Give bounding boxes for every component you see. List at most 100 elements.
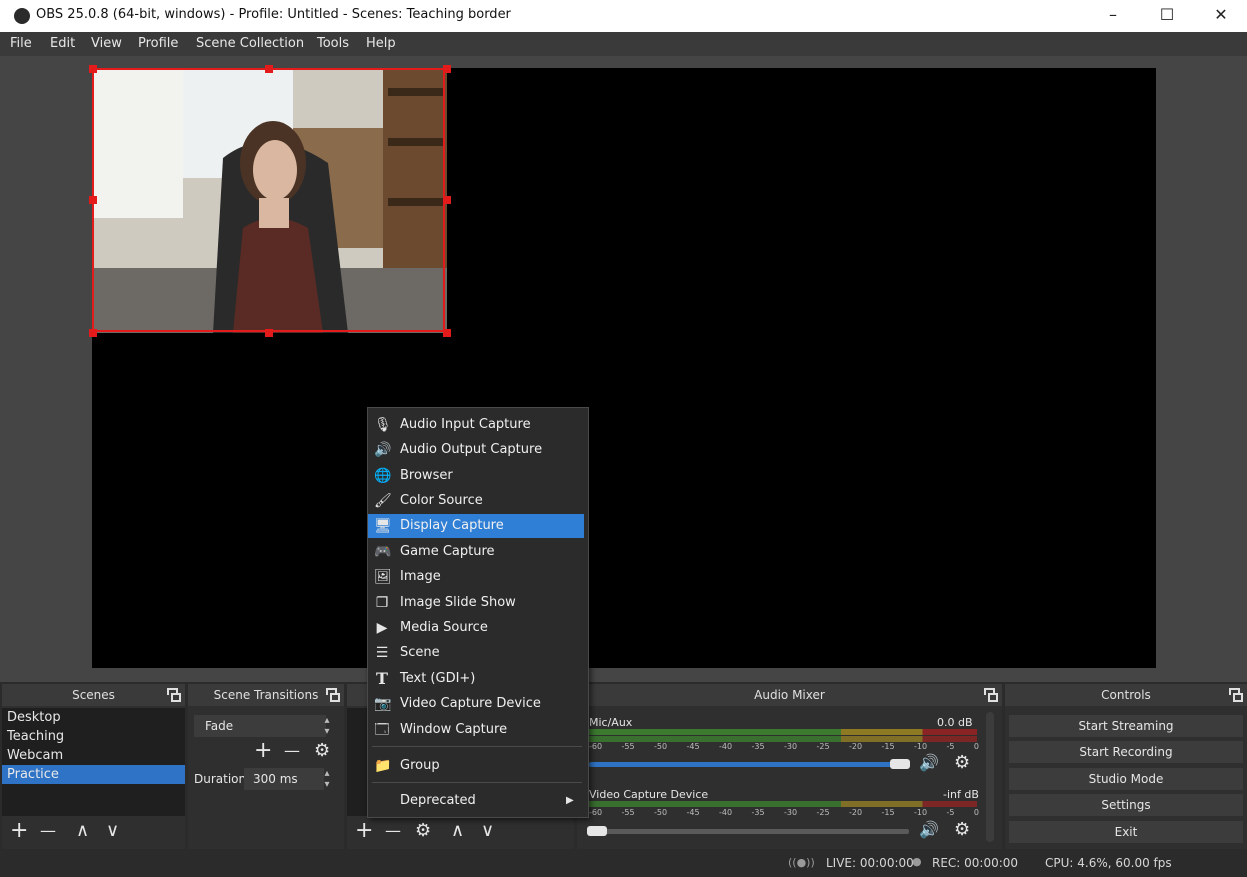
- transitions-header: Scene Transitions: [188, 684, 344, 706]
- remove-scene-button[interactable]: —: [40, 820, 56, 842]
- exit-button[interactable]: Exit: [1009, 821, 1243, 843]
- resize-handle[interactable]: [443, 329, 451, 337]
- broadcast-icon: ((●)): [788, 856, 815, 869]
- resize-handle[interactable]: [89, 329, 97, 337]
- menu-item-browser[interactable]: 🌐 Browser: [368, 464, 584, 488]
- add-scene-button[interactable]: +: [10, 820, 28, 842]
- source-move-up-button[interactable]: ∧: [451, 820, 464, 842]
- resize-handle[interactable]: [443, 196, 451, 204]
- scene-item[interactable]: Webcam: [2, 746, 185, 765]
- rec-timer: REC: 00:00:00: [932, 856, 1019, 870]
- gamepad-icon: 🎮: [374, 544, 392, 560]
- channel-name: Video Capture Device: [589, 788, 709, 801]
- maximize-button[interactable]: ☐: [1140, 0, 1194, 32]
- menu-bar: File Edit View Profile Scene Collection …: [0, 32, 1247, 56]
- menu-item-window-capture[interactable]: 🗔 Window Capture: [368, 718, 584, 742]
- start-recording-button[interactable]: Start Recording: [1009, 741, 1243, 763]
- select-arrows-icon[interactable]: ▴ ▾: [318, 715, 336, 737]
- menu-item-image-slide-show[interactable]: ❐ Image Slide Show: [368, 591, 584, 615]
- add-transition-icon[interactable]: +: [254, 740, 272, 762]
- move-up-button[interactable]: ∧: [76, 820, 89, 842]
- resize-handle[interactable]: [265, 329, 273, 337]
- duration-input[interactable]: 300 ms: [244, 768, 324, 790]
- meter-ticks: -60 -55 -50 -45 -40 -35 -30 -25 -20 -15 -10 -5 0: [589, 808, 979, 817]
- menu-tools[interactable]: Tools: [317, 36, 349, 51]
- volume-meter: [589, 801, 977, 807]
- minimize-button[interactable]: –: [1086, 0, 1140, 32]
- undock-icon[interactable]: [326, 688, 340, 702]
- list-icon: ☰: [375, 645, 389, 661]
- add-source-button[interactable]: +: [355, 820, 373, 842]
- gear-icon[interactable]: ⚙: [954, 752, 970, 773]
- undock-icon[interactable]: [984, 688, 998, 702]
- volume-slider-knob[interactable]: [890, 759, 910, 769]
- menu-item-scene[interactable]: ☰ Scene: [368, 641, 584, 665]
- remove-transition-icon[interactable]: —: [284, 740, 300, 762]
- record-dot-icon: ●: [912, 855, 922, 868]
- menu-item-text-gdi[interactable]: T Text (GDI+): [368, 667, 584, 691]
- cpu-status: CPU: 4.6%, 60.00 fps: [1045, 856, 1172, 870]
- window-title: OBS 25.0.8 (64-bit, windows) - Profile: …: [36, 7, 511, 22]
- menu-item-game-capture[interactable]: 🎮 Game Capture: [368, 540, 584, 564]
- scene-item-selected[interactable]: Practice: [2, 765, 185, 784]
- studio-mode-button[interactable]: Studio Mode: [1009, 768, 1243, 790]
- move-down-button[interactable]: ∨: [106, 820, 119, 842]
- menu-item-audio-input-capture[interactable]: 🎙 Audio Input Capture: [368, 413, 584, 437]
- menu-item-deprecated[interactable]: Deprecated ▶: [368, 789, 584, 813]
- resize-handle[interactable]: [89, 196, 97, 204]
- source-move-down-button[interactable]: ∨: [481, 820, 494, 842]
- speaker-icon[interactable]: 🔊: [919, 820, 939, 839]
- spinner-arrows-icon[interactable]: ▴ ▾: [318, 768, 336, 790]
- menu-view[interactable]: View: [91, 36, 122, 51]
- scenes-list[interactable]: Desktop Teaching Webcam Practice: [2, 708, 185, 816]
- controls-header: Controls: [1005, 684, 1247, 706]
- menu-file[interactable]: File: [10, 36, 32, 51]
- menu-item-display-capture[interactable]: 🖥 Display Capture: [368, 514, 584, 538]
- gear-icon[interactable]: ⚙: [954, 819, 970, 840]
- speaker-icon: 🔊: [374, 442, 392, 458]
- image-icon: 🖼: [374, 569, 392, 585]
- undock-icon[interactable]: [167, 688, 181, 702]
- speaker-icon[interactable]: 🔊: [919, 753, 939, 772]
- volume-slider[interactable]: [589, 762, 909, 767]
- menu-profile[interactable]: Profile: [138, 36, 178, 51]
- scene-transitions-dock: Scene Transitions Fade ▴ ▾ + — ⚙ Duration…: [188, 684, 344, 849]
- add-source-menu: 🎙 Audio Input Capture 🔊 Audio Output Cap…: [367, 407, 589, 818]
- meter-ticks: -60 -55 -50 -45 -40 -35 -30 -25 -20 -15 -10 -5 0: [589, 742, 979, 751]
- menu-item-audio-output-capture[interactable]: 🔊 Audio Output Capture: [368, 438, 584, 462]
- source-properties-gear-icon[interactable]: ⚙: [415, 820, 431, 842]
- scene-item[interactable]: Teaching: [2, 727, 185, 746]
- resize-handle[interactable]: [89, 65, 97, 73]
- menu-scene-collection[interactable]: Scene Collection: [196, 36, 304, 51]
- globe-icon: 🌐: [374, 468, 392, 484]
- scenes-header: Scenes: [2, 684, 185, 706]
- channel-level: -inf dB: [943, 788, 979, 801]
- scenes-dock: Scenes Desktop Teaching Webcam Practice …: [2, 684, 185, 849]
- menu-edit[interactable]: Edit: [50, 36, 75, 51]
- menu-item-media-source[interactable]: ▶ Media Source: [368, 616, 584, 640]
- menu-help[interactable]: Help: [366, 36, 396, 51]
- scene-item[interactable]: Desktop: [2, 708, 185, 727]
- gear-icon[interactable]: ⚙: [314, 740, 330, 762]
- resize-handle[interactable]: [265, 65, 273, 73]
- transition-select[interactable]: Fade: [194, 715, 326, 737]
- volume-meter: [589, 729, 977, 735]
- start-streaming-button[interactable]: Start Streaming: [1009, 715, 1243, 737]
- volume-slider-knob[interactable]: [587, 826, 607, 836]
- remove-source-button[interactable]: —: [385, 820, 401, 842]
- volume-slider[interactable]: [589, 829, 909, 834]
- close-button[interactable]: ✕: [1194, 0, 1247, 32]
- mixer-scrollbar[interactable]: [986, 712, 994, 842]
- brush-icon: 🖌: [374, 493, 392, 509]
- submenu-arrow-icon: ▶: [566, 795, 574, 806]
- title-bar: OBS 25.0.8 (64-bit, windows) - Profile: …: [0, 0, 1247, 32]
- menu-separator: [372, 782, 582, 783]
- menu-item-image[interactable]: 🖼 Image: [368, 565, 584, 589]
- menu-item-video-capture-device[interactable]: 📷 Video Capture Device: [368, 692, 584, 716]
- undock-icon[interactable]: [1229, 688, 1243, 702]
- text-icon: T: [376, 669, 388, 688]
- resize-handle[interactable]: [443, 65, 451, 73]
- menu-item-color-source[interactable]: 🖌 Color Source: [368, 489, 584, 513]
- menu-item-group[interactable]: 📁 Group: [368, 754, 584, 778]
- settings-button[interactable]: Settings: [1009, 794, 1243, 816]
